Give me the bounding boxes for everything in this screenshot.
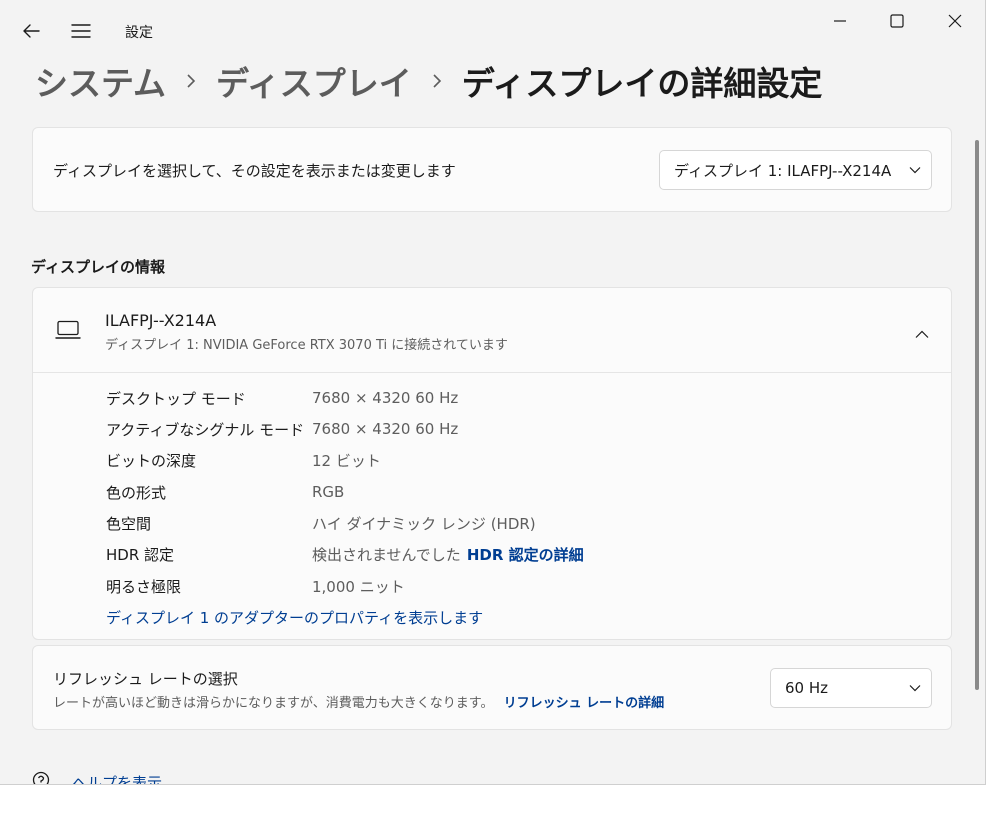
adapter-properties-row: ディスプレイ 1 のアダプターのプロパティを表示します <box>106 605 483 629</box>
scrollbar[interactable] <box>975 140 979 690</box>
help-link[interactable]: ヘルプを表示 <box>72 772 162 785</box>
info-value: 7680 × 4320 60 Hz <box>312 389 459 407</box>
chevron-down-icon <box>899 684 931 692</box>
display-select-dropdown[interactable]: ディスプレイ 1: ILAFPJ--X214A <box>659 150 932 190</box>
settings-window: 設定 システム ディスプレイ ディスプレイの詳細設定 ディスプレイを選択して、そ… <box>0 0 986 785</box>
info-row-color-space: 色空間 ハイ ダイナミック レンジ (HDR) <box>106 511 536 535</box>
display-select-label: ディスプレイを選択して、その設定を表示または変更します <box>53 162 456 180</box>
refresh-rate-details-link[interactable]: リフレッシュ レートの詳細 <box>504 696 665 711</box>
display-select-card: ディスプレイを選択して、その設定を表示または変更します ディスプレイ 1: IL… <box>32 127 952 212</box>
info-row-signal-mode: アクティブなシグナル モード 7680 × 4320 60 Hz <box>106 417 458 441</box>
info-value: 12 ビット <box>312 451 381 470</box>
info-row-color-format: 色の形式 RGB <box>106 480 344 504</box>
back-arrow-icon <box>23 24 40 38</box>
help-row[interactable]: ヘルプを表示 <box>32 771 162 785</box>
info-label: ビットの深度 <box>106 451 197 470</box>
hamburger-menu-icon <box>71 24 91 38</box>
adapter-properties-link[interactable]: ディスプレイ 1 のアダプターのプロパティを表示します <box>106 607 483 628</box>
info-label: 明るさ極限 <box>106 577 182 596</box>
maximize-button[interactable] <box>877 4 917 38</box>
breadcrumb-item-display[interactable]: ディスプレイ <box>216 57 412 105</box>
info-label: 色の形式 <box>106 483 167 502</box>
info-row-peak-brightness: 明るさ極限 1,000 ニット <box>106 574 405 598</box>
refresh-rate-value: 60 Hz <box>785 679 829 697</box>
breadcrumb-separator-icon <box>186 73 196 89</box>
hdr-certification-link[interactable]: HDR 認定の詳細 <box>467 544 584 565</box>
info-value: 検出されませんでした <box>312 545 461 564</box>
monitor-connection: ディスプレイ 1: NVIDIA GeForce RTX 3070 Ti に接続… <box>105 338 508 353</box>
display-info-card: ILAFPJ--X214A ディスプレイ 1: NVIDIA GeForce R… <box>32 287 952 640</box>
display-select-value: ディスプレイ 1: ILAFPJ--X214A <box>674 161 892 180</box>
refresh-rate-card: リフレッシュ レートの選択 レートが高いほど動きは滑らかになりますが、消費電力も… <box>32 645 952 730</box>
info-label: アクティブなシグナル モード <box>106 420 305 439</box>
info-label: HDR 認定 <box>106 545 175 564</box>
display-info-header[interactable]: ILAFPJ--X214A ディスプレイ 1: NVIDIA GeForce R… <box>33 288 951 373</box>
info-value: 1,000 ニット <box>312 577 405 596</box>
chevron-down-icon <box>899 166 931 174</box>
back-button[interactable] <box>16 16 46 46</box>
minimize-button[interactable] <box>820 4 860 38</box>
breadcrumb-separator-icon <box>432 73 442 89</box>
info-value: 7680 × 4320 60 Hz <box>312 420 459 438</box>
breadcrumb: システム ディスプレイ ディスプレイの詳細設定 <box>35 56 822 106</box>
help-icon <box>32 771 50 784</box>
info-row-hdr-certification: HDR 認定 検出されませんでした HDR 認定の詳細 <box>106 542 584 566</box>
info-value: RGB <box>312 483 345 501</box>
info-label: 色空間 <box>106 514 152 533</box>
maximize-icon <box>890 14 904 28</box>
display-info-heading: ディスプレイの情報 <box>31 258 165 276</box>
window-title: 設定 <box>125 25 153 41</box>
title-bar: 設定 <box>0 0 985 60</box>
close-icon <box>948 14 962 28</box>
menu-button[interactable] <box>66 16 96 46</box>
chevron-up-icon[interactable] <box>915 324 929 343</box>
minimize-icon <box>834 20 846 22</box>
refresh-rate-dropdown[interactable]: 60 Hz <box>770 668 932 708</box>
refresh-rate-title: リフレッシュ レートの選択 <box>53 670 238 688</box>
refresh-rate-description: レートが高いほど動きは滑らかになりますが、消費電力も大きくなります。 リフレッシ… <box>53 692 664 711</box>
breadcrumb-item-system[interactable]: システム <box>35 57 166 105</box>
info-value: ハイ ダイナミック レンジ (HDR) <box>312 514 536 533</box>
page-title: ディスプレイの詳細設定 <box>461 64 823 103</box>
laptop-icon <box>55 320 81 344</box>
refresh-rate-desc-text: レートが高いほど動きは滑らかになりますが、消費電力も大きくなります。 <box>53 696 494 711</box>
info-row-bit-depth: ビットの深度 12 ビット <box>106 448 381 472</box>
info-label: デスクトップ モード <box>106 389 246 408</box>
info-row-desktop-mode: デスクトップ モード 7680 × 4320 60 Hz <box>106 386 458 410</box>
monitor-name: ILAFPJ--X214A <box>105 311 217 330</box>
close-button[interactable] <box>935 4 975 38</box>
